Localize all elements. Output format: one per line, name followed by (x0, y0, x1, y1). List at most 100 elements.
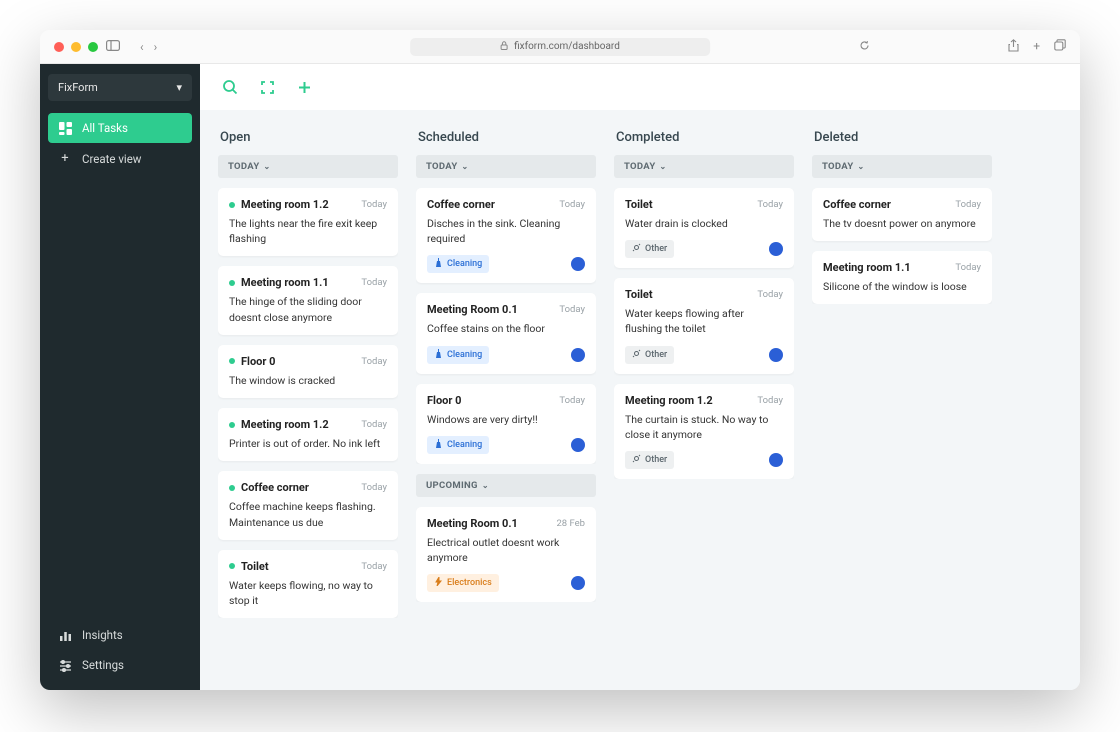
forward-button[interactable]: › (154, 40, 158, 54)
search-icon[interactable] (222, 79, 238, 95)
card-tag[interactable]: Cleaning (427, 436, 489, 454)
task-card[interactable]: Meeting Room 0.1TodayCoffee stains on th… (416, 293, 596, 373)
task-card[interactable]: Coffee cornerTodayDisches in the sink. C… (416, 188, 596, 283)
task-card[interactable]: Floor 0TodayWindows are very dirty!!Clea… (416, 384, 596, 464)
card-tag[interactable]: Cleaning (427, 346, 489, 364)
sidebar-item-label: Insights (82, 628, 123, 642)
tag-label: Other (645, 244, 667, 254)
sidebar-toggle-icon[interactable] (106, 40, 120, 54)
group-header[interactable]: UPCOMING ⌄ (416, 474, 596, 497)
task-card[interactable]: Coffee cornerTodayCoffee machine keeps f… (218, 471, 398, 539)
card-title: Meeting room 1.2 (241, 418, 329, 431)
card-list: ToiletTodayWater drain is clockedOtherTo… (614, 188, 794, 479)
task-card[interactable]: Meeting Room 0.128 FebElectrical outlet … (416, 507, 596, 602)
group-label: TODAY (822, 161, 854, 172)
nav-arrows: ‹ › (140, 40, 157, 54)
board-column: ScheduledTODAY⌄ Coffee cornerTodayDisches… (416, 126, 598, 674)
card-tag[interactable]: Other (625, 240, 674, 258)
chevron-down-icon: ⌄ (482, 481, 489, 490)
task-card[interactable]: Meeting room 1.2TodayPrinter is out of o… (218, 408, 398, 461)
card-description: Silicone of the window is loose (823, 279, 981, 294)
card-title: Meeting Room 0.1 (427, 517, 518, 530)
card-title: Meeting Room 0.1 (427, 303, 518, 316)
task-card[interactable]: ToiletTodayWater keeps flowing after flu… (614, 278, 794, 373)
sidebar-item-label: All Tasks (82, 121, 128, 135)
assignee-avatar[interactable] (769, 242, 783, 256)
column-scroll[interactable]: TODAY⌄ Coffee cornerTodayThe tv doesnt po… (812, 155, 994, 674)
assignee-avatar[interactable] (571, 257, 585, 271)
card-date: Today (361, 277, 387, 288)
tabs-icon[interactable] (1054, 39, 1066, 55)
column-scroll[interactable]: TODAY⌄ Coffee cornerTodayDisches in the s… (416, 155, 598, 674)
assignee-avatar[interactable] (769, 453, 783, 467)
task-card[interactable]: Meeting room 1.1TodayThe hinge of the sl… (218, 266, 398, 334)
workspace-selector[interactable]: FixForm ▾ (48, 74, 192, 101)
task-card[interactable]: Coffee cornerTodayThe tv doesnt power on… (812, 188, 992, 241)
group-header[interactable]: TODAY ⌄ (614, 155, 794, 178)
assignee-avatar[interactable] (571, 576, 585, 590)
sidebar-item-settings[interactable]: Settings (48, 650, 192, 680)
task-card[interactable]: Meeting room 1.2TodayThe curtain is stuc… (614, 384, 794, 479)
task-card[interactable]: Meeting room 1.1TodaySilicone of the win… (812, 251, 992, 304)
main: OpenTODAY⌄Meeting room 1.2TodayThe light… (200, 64, 1080, 690)
share-icon[interactable] (1008, 39, 1019, 55)
board-icon (58, 122, 72, 135)
board-column: OpenTODAY⌄Meeting room 1.2TodayThe light… (218, 126, 400, 674)
assignee-avatar[interactable] (571, 348, 585, 362)
card-description: Water keeps flowing, no way to stop it (229, 578, 387, 608)
minimize-window-button[interactable] (71, 42, 81, 52)
card-description: The tv doesnt power on anymore (823, 216, 981, 231)
sidebar-item-insights[interactable]: Insights (48, 620, 192, 650)
tag-icon (632, 349, 641, 361)
sidebar-item-create-view[interactable]: + Create view (48, 143, 192, 174)
assignee-avatar[interactable] (571, 438, 585, 452)
card-description: Coffee machine keeps flashing. Maintenan… (229, 499, 387, 529)
task-card[interactable]: ToiletTodayWater keeps flowing, no way t… (218, 550, 398, 618)
card-list: Meeting room 1.2 Today The lights near the… (218, 188, 398, 618)
card-date: Today (361, 561, 387, 572)
tag-icon (434, 439, 443, 451)
tag-label: Cleaning (447, 440, 482, 450)
task-card[interactable]: Floor 0TodayThe window is cracked (218, 345, 398, 398)
back-button[interactable]: ‹ (140, 40, 144, 54)
group-header[interactable]: TODAY⌄ (218, 155, 398, 178)
tag-icon (632, 454, 641, 466)
card-tag[interactable]: Other (625, 346, 674, 364)
url-bar[interactable]: fixform.com/dashboard (410, 38, 710, 56)
reload-icon[interactable] (859, 40, 870, 54)
maximize-window-button[interactable] (88, 42, 98, 52)
group-label: UPCOMING (426, 480, 478, 491)
task-card[interactable]: ToiletTodayWater drain is clockedOther (614, 188, 794, 268)
status-dot (229, 358, 235, 364)
chevron-down-icon: ⌄ (660, 162, 667, 171)
assignee-avatar[interactable] (769, 348, 783, 362)
group-label: TODAY (624, 161, 656, 172)
card-title: Meeting room 1.1 (241, 276, 329, 289)
task-card[interactable]: Meeting room 1.2TodayThe lights near the… (218, 188, 398, 256)
tag-icon (434, 349, 443, 361)
close-window-button[interactable] (54, 42, 64, 52)
card-description: The window is cracked (229, 373, 387, 388)
expand-icon[interactable] (260, 80, 275, 95)
new-tab-icon[interactable]: + (1033, 39, 1040, 55)
card-title: Floor 0 (427, 394, 461, 407)
column-scroll[interactable]: TODAY ⌄ ToiletTodayWater drain is clockedO… (614, 155, 796, 674)
card-title: Coffee corner (427, 198, 495, 211)
column-title: Deleted (812, 126, 994, 155)
group-header[interactable]: TODAY⌄ (812, 155, 992, 178)
card-tag[interactable]: Other (625, 451, 674, 469)
tag-label: Other (645, 455, 667, 465)
column-title: Scheduled (416, 126, 598, 155)
card-tag[interactable]: Cleaning (427, 255, 489, 273)
column-scroll[interactable]: TODAY⌄ Meeting room 1.2 Today The lights ne… (218, 155, 400, 674)
status-dot (229, 485, 235, 491)
add-icon[interactable] (297, 80, 312, 95)
group-header[interactable]: TODAY⌄ (416, 155, 596, 178)
card-tag[interactable]: Electronics (427, 574, 499, 592)
card-title: Meeting room 1.2 (241, 198, 329, 211)
group-label: TODAY (228, 161, 260, 172)
sidebar-item-label: Create view (82, 152, 141, 166)
sidebar-item-all-tasks[interactable]: All Tasks (48, 113, 192, 143)
card-title: Toilet (625, 198, 653, 211)
card-description: The lights near the fire exit keep flash… (229, 216, 387, 246)
